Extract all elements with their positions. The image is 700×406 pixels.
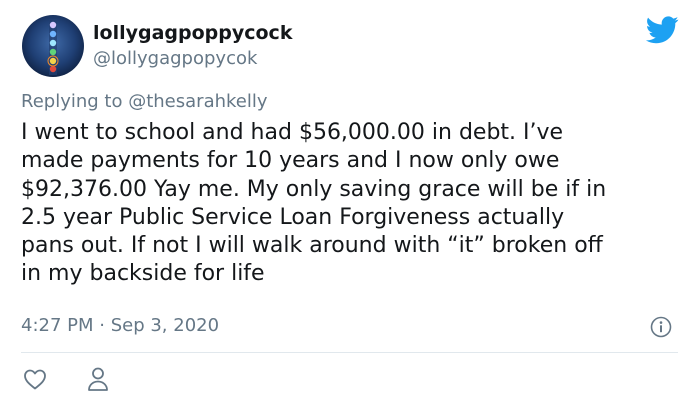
tweet-card: lollygagpoppycock @lollygagpopycok Reply… [0, 0, 700, 406]
tweet-text-line: $92,376.00 Yay me. My only saving grace … [21, 176, 607, 202]
info-icon[interactable] [650, 316, 672, 338]
tweet-text-line: pans out. If not I will walk around with… [21, 233, 603, 259]
display-name[interactable]: lollygagpoppycock [93, 22, 292, 44]
tweet-text-line: in my backside for life [21, 261, 265, 287]
replying-to-line: Replying to @thesarahkelly [21, 91, 268, 112]
replying-to-label: Replying to [21, 91, 123, 112]
person-icon[interactable] [86, 366, 110, 392]
twitter-bird-icon[interactable] [646, 16, 679, 44]
tweet-text-line: 2.5 year Public Service Loan Forgiveness… [21, 204, 565, 230]
replying-to-mention[interactable]: @thesarahkelly [128, 91, 267, 112]
avatar-image [22, 15, 84, 77]
divider [21, 352, 678, 353]
tweet-text-line: I went to school and had $56,000.00 in d… [21, 120, 564, 145]
avatar[interactable] [22, 15, 84, 77]
tweet-timestamp[interactable]: 4:27 PM · Sep 3, 2020 [21, 315, 219, 336]
user-handle[interactable]: @lollygagpopycok [93, 48, 257, 69]
tweet-text-line: made payments for 10 years and I now onl… [21, 148, 560, 174]
heart-icon[interactable] [23, 368, 47, 390]
tweet-text: I went to school and had $56,000.00 in d… [21, 119, 683, 289]
